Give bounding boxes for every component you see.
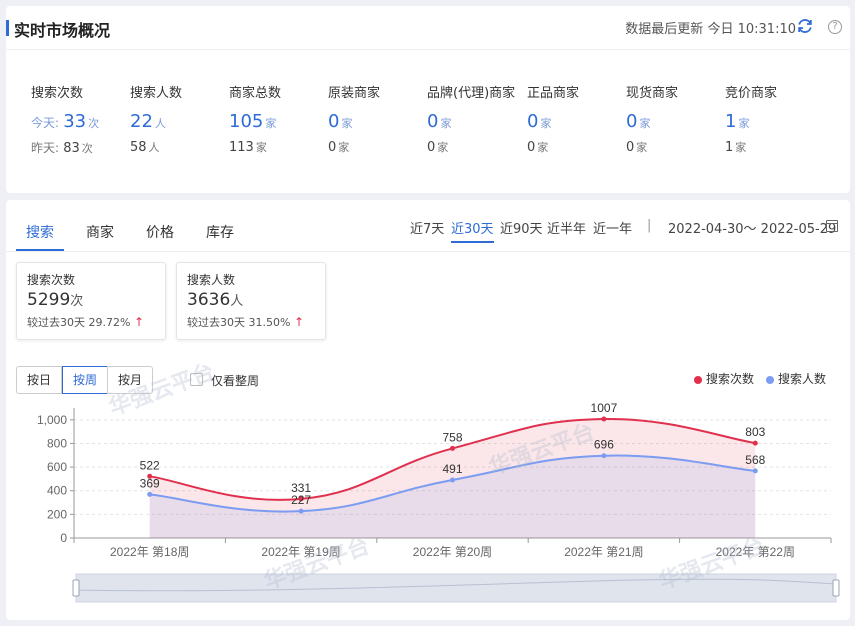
tab-search[interactable]: 搜索 <box>26 222 54 242</box>
calendar-icon[interactable] <box>826 220 838 232</box>
data-label-search-users: 491 <box>442 462 462 476</box>
date-range[interactable]: 2022-04-30～ 2022-05-29 <box>668 218 836 237</box>
y-tick-label: 400 <box>47 484 67 498</box>
data-point-search-users <box>601 453 607 459</box>
data-label-search-count: 803 <box>745 425 765 439</box>
data-label-search-count: 1007 <box>591 401 618 415</box>
category-tabs: 搜索 商家 价格 库存 近7天 近30天 近90天 近半年 近一年 | 2022… <box>6 200 850 252</box>
legend-search-count[interactable]: 搜索次数 <box>694 370 754 387</box>
y-tick-label: 200 <box>47 507 67 521</box>
refresh-icon[interactable] <box>796 17 814 35</box>
help-icon[interactable]: ? <box>828 20 842 34</box>
range-one-year[interactable]: 近一年 <box>593 218 632 237</box>
stat-total-merchants: 商家总数 105 家 113 家 <box>229 86 282 155</box>
range-half-year[interactable]: 近半年 <box>547 218 586 237</box>
overview-header: 实时市场概况 数据最后更新 今日 10:31:10 ? <box>6 6 850 50</box>
granularity-day[interactable]: 按日 <box>16 366 62 394</box>
granularity-week[interactable]: 按周 <box>62 366 108 394</box>
y-tick-label: 600 <box>47 460 67 474</box>
data-label-search-users: 568 <box>745 453 765 467</box>
data-label-search-users: 227 <box>291 493 311 507</box>
market-overview-card: 实时市场概况 数据最后更新 今日 10:31:10 ? 搜索次数 今天: 33 次… <box>6 6 850 193</box>
up-arrow-icon: ↑ <box>133 315 145 329</box>
x-tick-label: 2022年 第18周 <box>110 545 189 559</box>
y-tick-label: 1,000 <box>37 413 67 427</box>
data-point-search-count <box>601 416 607 422</box>
stat-bidding-merchants: 竞价商家 1家 1家 <box>725 86 778 155</box>
range-separator: | <box>647 218 652 233</box>
tab-price[interactable]: 价格 <box>146 222 174 242</box>
last-updated: 数据最后更新 今日 10:31:10 <box>625 22 796 37</box>
x-tick-label: 2022年 第21周 <box>564 545 643 559</box>
stat-search-count: 搜索次数 今天: 33 次 昨天: 83 次 <box>31 86 100 156</box>
zoom-slider-track <box>75 573 837 603</box>
y-tick-label: 0 <box>60 531 67 545</box>
active-tab-underline <box>16 249 64 251</box>
legend-search-users[interactable]: 搜索人数 <box>766 370 826 387</box>
up-arrow-icon: ↑ <box>293 315 305 329</box>
y-tick-label: 800 <box>47 436 67 450</box>
tab-merchants[interactable]: 商家 <box>86 222 114 242</box>
stat-brand-merchants: 品牌(代理)商家 0家 0家 <box>427 86 516 155</box>
tab-inventory[interactable]: 库存 <box>206 222 234 242</box>
data-label-search-users: 369 <box>140 476 160 490</box>
data-point-search-users <box>298 508 304 514</box>
zoom-handle-right[interactable] <box>832 579 840 597</box>
stat-genuine-merchants: 正品商家 0家 0家 <box>527 86 580 155</box>
title-accent-bar <box>6 20 9 36</box>
range-30d[interactable]: 近30天 <box>451 218 494 243</box>
metric-card-search-users[interactable]: 搜索人数 3636人 较过去30天 31.50% ↑ <box>176 262 326 340</box>
stat-original-merchants: 原装商家 0家 0家 <box>328 86 381 155</box>
metric-card-search-count[interactable]: 搜索次数 5299次 较过去30天 29.72% ↑ <box>16 262 166 340</box>
stat-stock-merchants: 现货商家 0家 0家 <box>626 86 679 155</box>
data-point-search-users <box>752 468 758 474</box>
whole-week-label: 仅看整周 <box>211 374 260 388</box>
page-title: 实时市场概况 <box>14 21 111 40</box>
stat-search-users: 搜索人数 22 人 58 人 <box>130 86 183 155</box>
range-90d[interactable]: 近90天 <box>500 218 543 237</box>
data-label-search-count: 758 <box>442 430 462 444</box>
data-point-search-users <box>147 491 153 497</box>
x-tick-label: 2022年 第20周 <box>413 545 492 559</box>
trend-card: 搜索 商家 价格 库存 近7天 近30天 近90天 近半年 近一年 | 2022… <box>6 200 850 620</box>
zoom-handle-left[interactable] <box>72 579 80 597</box>
data-point-search-users <box>450 477 455 483</box>
data-point-search-count <box>752 440 758 446</box>
trend-chart: 02004006008001,0002022年 第18周 2022年 第19周 20… <box>37 401 840 603</box>
data-point-search-count <box>450 445 455 451</box>
data-label-search-count: 522 <box>140 458 160 472</box>
range-7d[interactable]: 近7天 <box>410 218 444 237</box>
